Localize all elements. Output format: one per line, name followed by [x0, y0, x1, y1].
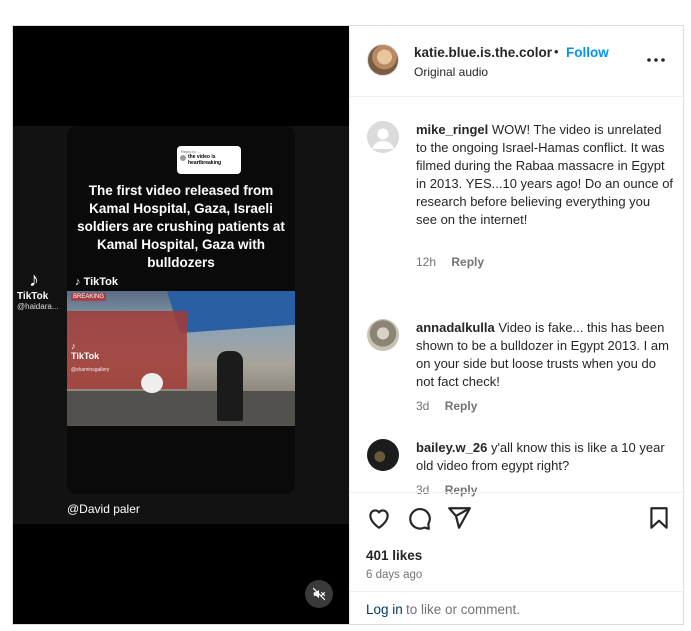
audio-label[interactable]: Original audio — [414, 65, 488, 79]
reply-button[interactable]: Reply — [451, 255, 484, 269]
post-header: katie.blue.is.the.color • Follow Origina… — [350, 26, 685, 97]
author-username[interactable]: katie.blue.is.the.color — [414, 45, 552, 60]
comment-body: bailey.w_26 y'all know this is like a 10… — [416, 439, 674, 475]
login-link[interactable]: Log in — [366, 602, 403, 617]
footage-banner: BREAKING — [71, 293, 107, 301]
tiktok-inline-watermark: ♪ TikTok — [75, 276, 118, 288]
share-icon[interactable] — [446, 505, 472, 531]
bookmark-icon[interactable] — [646, 505, 672, 531]
login-prompt: Log in to like or comment. — [350, 591, 685, 625]
footage-tiktok-watermark: ♪ TikTok — [71, 341, 99, 361]
comment-body: annadalkulla Video is fake... this has b… — [416, 319, 674, 391]
post-actions: 401 likes 6 days ago Log in to like or c… — [350, 492, 685, 624]
footage-ground — [67, 391, 295, 426]
default-avatar-icon — [367, 121, 399, 153]
separator-dot: • — [554, 44, 559, 59]
commenter-avatar[interactable] — [367, 319, 399, 351]
tiktok-username: @haidara... — [17, 302, 59, 311]
reply-sticker: Reply to ... the video is heartbreaking — [177, 146, 241, 174]
video-credit: @David paler — [67, 502, 140, 516]
comment-body: mike_ringel WOW! The video is unrelated … — [416, 121, 674, 229]
follow-button[interactable]: Follow — [566, 45, 609, 60]
post-side-panel: katie.blue.is.the.color • Follow Origina… — [349, 26, 685, 624]
comment-time: 3d — [416, 399, 430, 413]
comment-meta: 12h Reply — [416, 255, 484, 269]
tiktok-watermark: ♪ TikTok @haidara... — [17, 269, 58, 311]
sticker-text: the video is heartbreaking — [188, 154, 222, 166]
tiktok-logo-icon: ♪ — [71, 341, 76, 351]
footage-helmet — [141, 373, 163, 393]
tiktok-logo-icon: ♪ — [29, 269, 39, 291]
heart-icon[interactable] — [366, 505, 392, 531]
like-count[interactable]: 401 likes — [366, 548, 422, 563]
post-video[interactable]: Reply to ... the video is heartbreaking … — [13, 26, 349, 624]
footage-username: @shaminsgallery — [71, 367, 110, 373]
comment-time: 12h — [416, 255, 437, 269]
tiktok-inline-word: TikTok — [83, 276, 118, 288]
commenter-username[interactable]: annadalkulla — [416, 320, 495, 335]
author-avatar[interactable] — [367, 44, 399, 76]
tiktok-logo-icon: ♪ — [75, 276, 81, 288]
reply-button[interactable]: Reply — [445, 399, 478, 413]
commenter-avatar[interactable] — [367, 439, 399, 471]
comment-text: WOW! The video is unrelated to the ongoi… — [416, 122, 674, 227]
sticker-avatar — [180, 155, 186, 161]
footage-tiktok-word: TikTok — [71, 351, 100, 361]
video-footage: BREAKING ♪ TikTok @shaminsgallery — [67, 291, 295, 426]
commenter-avatar[interactable] — [367, 121, 399, 153]
muted-speaker-icon — [312, 587, 326, 601]
more-icon[interactable] — [646, 52, 666, 68]
commenter-username[interactable]: bailey.w_26 — [416, 440, 487, 455]
login-prompt-text: to like or comment. — [406, 602, 521, 617]
footage-person — [217, 351, 243, 421]
instagram-post: Reply to ... the video is heartbreaking … — [12, 25, 685, 625]
comment-icon[interactable] — [406, 505, 432, 531]
tiktok-wordmark: TikTok — [17, 291, 49, 302]
post-timestamp[interactable]: 6 days ago — [366, 569, 422, 581]
commenter-username[interactable]: mike_ringel — [416, 122, 488, 137]
mute-button[interactable] — [305, 580, 333, 608]
video-headline: The first video released from Kamal Hosp… — [77, 183, 285, 270]
comment-meta: 3d Reply — [416, 399, 477, 413]
comments-list: mike_ringel WOW! The video is unrelated … — [350, 97, 685, 497]
